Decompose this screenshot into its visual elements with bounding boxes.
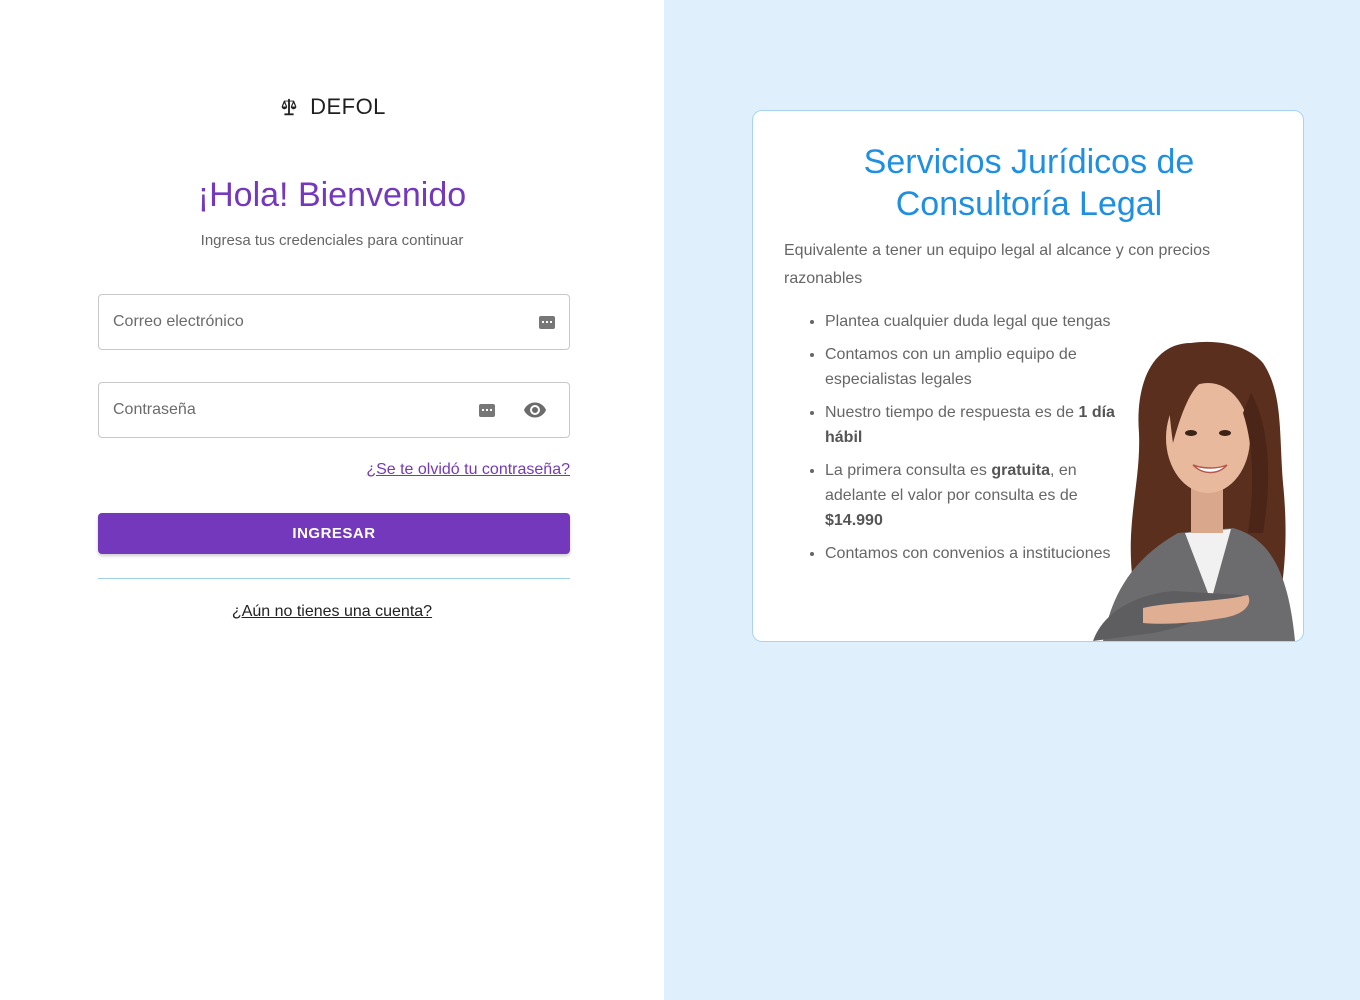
forgot-password-link[interactable]: ¿Se te olvidó tu contraseña?: [366, 461, 570, 479]
info-card: Servicios Jurídicos de Consultoría Legal…: [752, 110, 1304, 642]
password-input[interactable]: [113, 401, 479, 419]
signup-link[interactable]: ¿Aún no tienes una cuenta?: [232, 603, 432, 620]
eye-icon[interactable]: [523, 398, 547, 422]
welcome-subtitle: Ingresa tus credenciales para continuar: [200, 232, 464, 249]
scale-balance-icon: [278, 96, 300, 118]
keyboard-icon: [539, 315, 555, 329]
info-card-description: Equivalente a tener un equipo legal al a…: [784, 242, 1211, 287]
brand-name: DEFOL: [310, 94, 386, 119]
list-item: Plantea cualquier duda legal que tengas: [825, 309, 1137, 334]
welcome-title: ¡Hola! Bienvenido: [197, 176, 467, 214]
keyboard-icon: [479, 403, 495, 417]
brand: DEFOL: [0, 94, 664, 120]
email-input[interactable]: [113, 313, 539, 331]
lawyer-portrait-image: [1093, 341, 1295, 641]
password-field[interactable]: [98, 382, 570, 438]
login-pane: DEFOL ¡Hola! Bienvenido Ingresa tus cred…: [0, 0, 664, 1000]
login-button[interactable]: INGRESAR: [98, 513, 570, 554]
email-field[interactable]: [98, 294, 570, 350]
info-card-title: Servicios Jurídicos de Consultoría Legal: [863, 143, 1195, 223]
signup-row: ¿Aún no tienes una cuenta?: [0, 603, 664, 621]
divider: [98, 578, 570, 579]
